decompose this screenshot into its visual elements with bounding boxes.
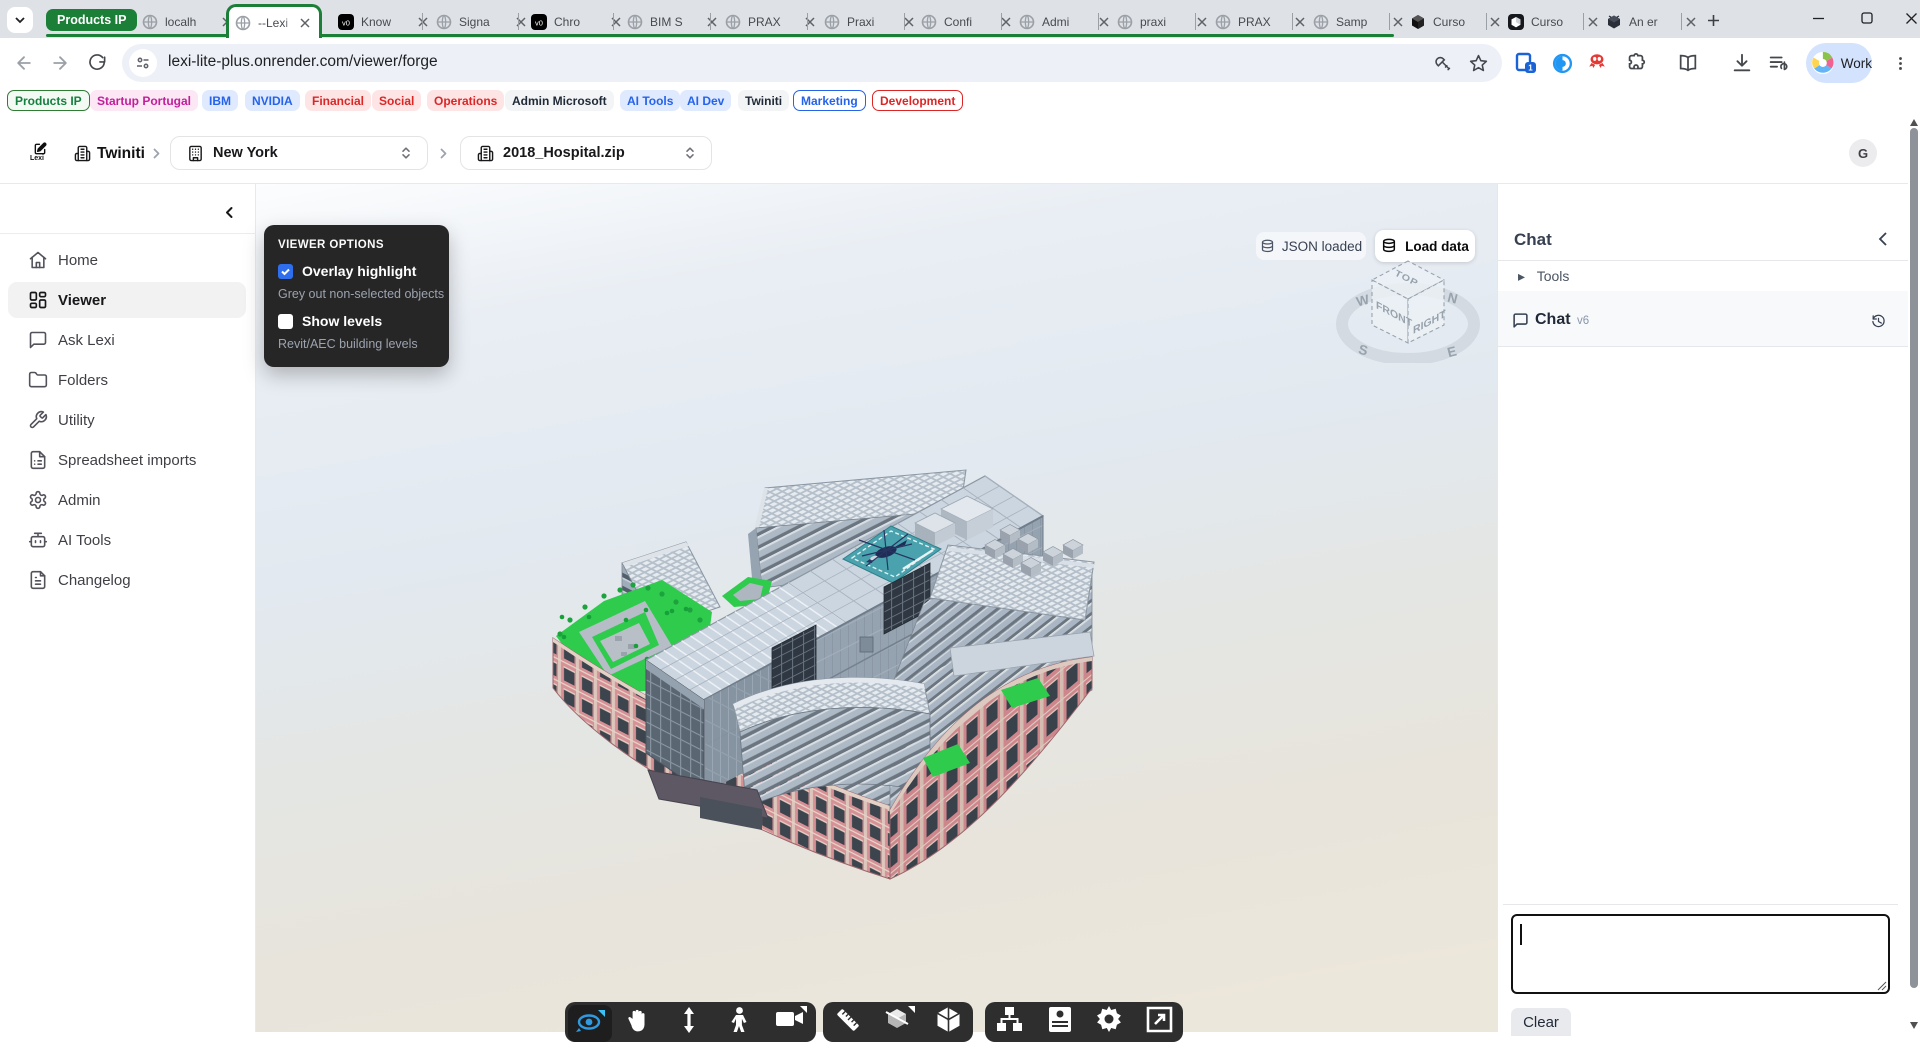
svg-text:v0: v0 (535, 19, 543, 28)
svg-text:v0: v0 (342, 19, 350, 28)
svg-text:1: 1 (1528, 64, 1533, 73)
